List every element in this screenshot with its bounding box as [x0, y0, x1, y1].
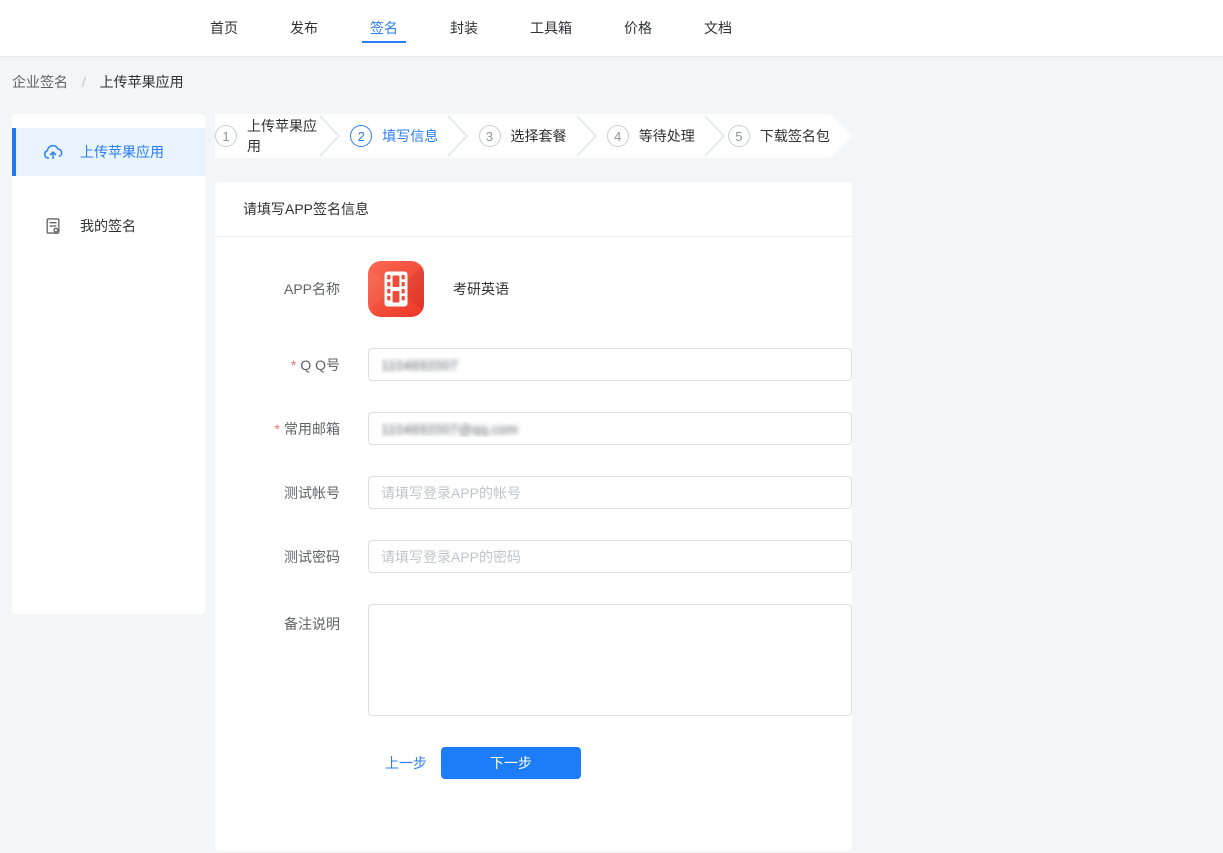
step-label: 选择套餐 — [511, 126, 567, 146]
test-password-label: 测试密码 — [215, 547, 340, 567]
sidebar-item-label: 上传苹果应用 — [80, 142, 164, 162]
steps-segments: 1 上传苹果应用 2 填写信息 3 选择套餐 4 — [215, 114, 830, 158]
step-label: 上传苹果应用 — [247, 116, 317, 156]
form-panel: 请填写APP签名信息 APP名称 — [215, 182, 852, 851]
required-mark: * — [291, 357, 296, 373]
step-5-download-package: 5 下载签名包 — [728, 114, 830, 158]
sidebar-item-label: 我的签名 — [80, 216, 136, 236]
email-label-text: 常用邮箱 — [284, 421, 340, 437]
chevron-separator-icon — [574, 114, 600, 158]
test-account-label: 测试帐号 — [215, 483, 340, 503]
app-name-row: APP名称 — [215, 261, 852, 317]
nav-item-price[interactable]: 价格 — [622, 0, 654, 56]
app-root: 首页 发布 签名 封装 工具箱 价格 文档 企业签名 / 上传苹果应用 — [0, 0, 1223, 851]
steps-end-arrow-icon — [830, 114, 852, 158]
remark-textarea[interactable] — [368, 604, 852, 716]
email-input[interactable] — [368, 412, 852, 445]
sidebar-item-upload-ios-app[interactable]: 上传苹果应用 — [12, 128, 205, 176]
step-label: 等待处理 — [639, 126, 695, 146]
remark-row: 备注说明 — [215, 604, 852, 716]
breadcrumb: 企业签名 / 上传苹果应用 — [0, 57, 1223, 106]
remark-label: 备注说明 — [215, 614, 340, 634]
next-step-button[interactable]: 下一步 — [441, 747, 581, 779]
nav-item-home[interactable]: 首页 — [208, 0, 240, 56]
breadcrumb-current: 上传苹果应用 — [100, 74, 184, 90]
app-name-value: 考研英语 — [453, 279, 509, 299]
signature-form: APP名称 — [215, 237, 852, 779]
email-label: *常用邮箱 — [215, 419, 340, 439]
steps-bar: 1 上传苹果应用 2 填写信息 3 选择套餐 4 — [215, 114, 852, 158]
film-app-icon — [368, 261, 424, 317]
breadcrumb-section[interactable]: 企业签名 — [12, 74, 68, 90]
breadcrumb-separator: / — [82, 74, 86, 90]
sidebar-item-my-signatures[interactable]: 我的签名 — [12, 202, 205, 250]
qq-row: *Q Q号 — [215, 348, 852, 381]
prev-step-link[interactable]: 上一步 — [385, 753, 427, 773]
qq-label: *Q Q号 — [215, 355, 340, 375]
step-3-choose-plan: 3 选择套餐 — [471, 114, 573, 158]
step-1-upload-app: 1 上传苹果应用 — [215, 114, 317, 158]
step-label: 填写信息 — [382, 126, 438, 146]
step-label: 下载签名包 — [760, 126, 830, 146]
app-info: 考研英语 — [368, 261, 509, 317]
chevron-separator-icon — [702, 114, 728, 158]
nav-item-toolbox[interactable]: 工具箱 — [528, 0, 574, 56]
step-4-wait-processing: 4 等待处理 — [600, 114, 702, 158]
my-signature-icon — [42, 215, 64, 237]
panel-title: 请填写APP签名信息 — [215, 182, 852, 237]
nav-item-docs[interactable]: 文档 — [702, 0, 734, 56]
test-password-row: 测试密码 — [215, 540, 852, 573]
nav-item-signature[interactable]: 签名 — [368, 0, 400, 56]
qq-label-text: Q Q号 — [300, 357, 340, 373]
content-column: 1 上传苹果应用 2 填写信息 3 选择套餐 4 — [215, 114, 852, 851]
step-number: 4 — [607, 125, 629, 147]
sidebar: 上传苹果应用 我的签名 — [12, 114, 205, 614]
cloud-upload-icon — [42, 141, 64, 163]
step-2-fill-info: 2 填写信息 — [343, 114, 445, 158]
step-number: 5 — [728, 125, 750, 147]
test-password-input[interactable] — [368, 540, 852, 573]
nav-item-package[interactable]: 封装 — [448, 0, 480, 56]
form-actions: 上一步 下一步 — [368, 747, 852, 779]
required-mark: * — [275, 421, 280, 437]
top-header: 首页 发布 签名 封装 工具箱 价格 文档 — [0, 0, 1223, 57]
nav-item-publish[interactable]: 发布 — [288, 0, 320, 56]
step-number: 2 — [350, 125, 372, 147]
app-name-label: APP名称 — [215, 279, 340, 299]
main-nav: 首页 发布 签名 封装 工具箱 价格 文档 — [208, 0, 734, 56]
page-body: 上传苹果应用 我的签名 1 — [0, 114, 1223, 851]
chevron-separator-icon — [445, 114, 471, 158]
test-account-input[interactable] — [368, 476, 852, 509]
email-row: *常用邮箱 — [215, 412, 852, 445]
qq-input[interactable] — [368, 348, 852, 381]
test-account-row: 测试帐号 — [215, 476, 852, 509]
step-number: 3 — [479, 125, 501, 147]
chevron-separator-icon — [317, 114, 343, 158]
step-number: 1 — [215, 125, 237, 147]
